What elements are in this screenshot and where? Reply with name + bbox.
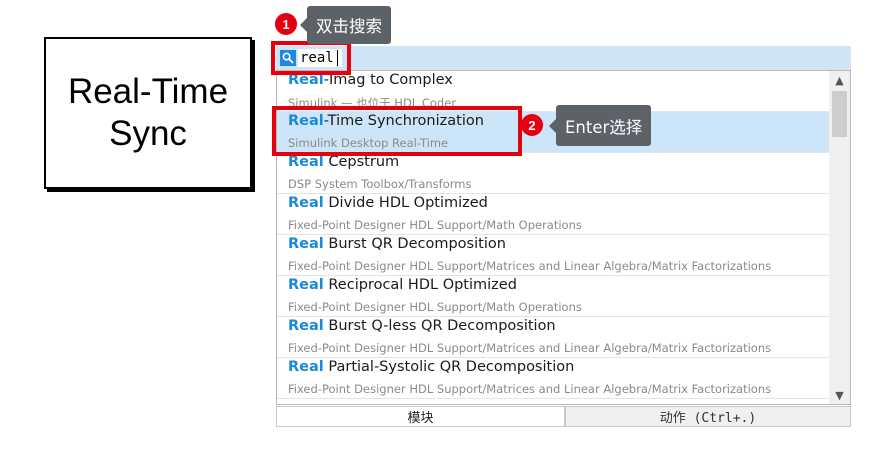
scrollbar-thumb[interactable]	[832, 91, 847, 137]
result-library-path: Fixed-Point Designer HDL Support/Math Op…	[288, 300, 582, 314]
result-title-rest: Reciprocal HDL Optimized	[323, 277, 517, 293]
tab-actions[interactable]: 动作 (Ctrl+.)	[565, 406, 851, 427]
step-2-callout: Enter选择	[548, 105, 652, 146]
result-title-rest: Burst QR Decomposition	[323, 236, 506, 252]
quick-insert-search-bar	[276, 46, 851, 70]
result-title-match: Real	[288, 236, 324, 252]
result-title-match: Real	[288, 195, 324, 211]
result-library-path: Fixed-Point Designer HDL Support/Matrice…	[288, 341, 772, 355]
result-title-rest: Partial-Systolic QR Decomposition	[323, 359, 575, 375]
result-title: Real Cepstrum	[288, 154, 399, 170]
result-row[interactable]: Real Cepstrum DSP System Toolbox/Transfor…	[277, 153, 829, 194]
result-title: Real Burst Q-less QR Decomposition	[288, 318, 556, 334]
block-label-line2: Sync	[109, 114, 187, 153]
search-highlight-box	[271, 41, 351, 75]
step-1-badge: 1	[275, 13, 297, 35]
result-title-match: Real	[288, 154, 324, 170]
tab-blocks[interactable]: 模块	[276, 406, 565, 427]
block-label-line1: Real-Time	[67, 72, 229, 111]
result-library-path: Fixed-Point Designer HDL Support/Math Op…	[288, 218, 582, 232]
result-library-path: Fixed-Point Designer HDL Support/Matrice…	[288, 382, 772, 396]
result-title-match: Real	[288, 359, 324, 375]
step-2-badge: 2	[521, 114, 543, 136]
scroll-up-icon[interactable]: ▲	[829, 71, 850, 89]
result-row[interactable]: Real Burst QR Decomposition Fixed-Point D…	[277, 235, 829, 276]
result-title-rest: Cepstrum	[323, 154, 400, 170]
result-title: Real Partial-Systolic QR Decomposition	[288, 359, 574, 375]
result-title: Real Divide HDL Optimized	[288, 195, 488, 211]
result-title-match: Real	[288, 277, 324, 293]
selection-highlight-box	[272, 106, 522, 156]
scroll-down-icon[interactable]: ▼	[829, 386, 850, 404]
result-title-match: Real	[288, 318, 324, 334]
real-time-sync-block[interactable]: Real-Time Sync	[44, 37, 252, 189]
result-library-path: DSP System Toolbox/Transforms	[288, 177, 472, 191]
result-row[interactable]: Real Burst Q-less QR Decomposition Fixed-…	[277, 317, 829, 358]
result-row-partial[interactable]	[277, 399, 829, 404]
result-title: Real Burst QR Decomposition	[288, 236, 506, 252]
result-library-path: Fixed-Point Designer HDL Support/Matrice…	[288, 259, 772, 273]
step-1-callout: 双击搜索	[300, 6, 391, 44]
result-title: Real Reciprocal HDL Optimized	[288, 277, 517, 293]
result-title-rest: Divide HDL Optimized	[323, 195, 488, 211]
results-scrollbar[interactable]: ▲ ▼	[829, 71, 850, 404]
result-row[interactable]: Real Divide HDL Optimized Fixed-Point Des…	[277, 194, 829, 235]
result-row[interactable]: Real Reciprocal HDL Optimized Fixed-Point…	[277, 276, 829, 317]
result-row[interactable]: Real Partial-Systolic QR Decomposition Fi…	[277, 358, 829, 399]
result-title-rest: Burst Q-less QR Decomposition	[323, 318, 556, 334]
